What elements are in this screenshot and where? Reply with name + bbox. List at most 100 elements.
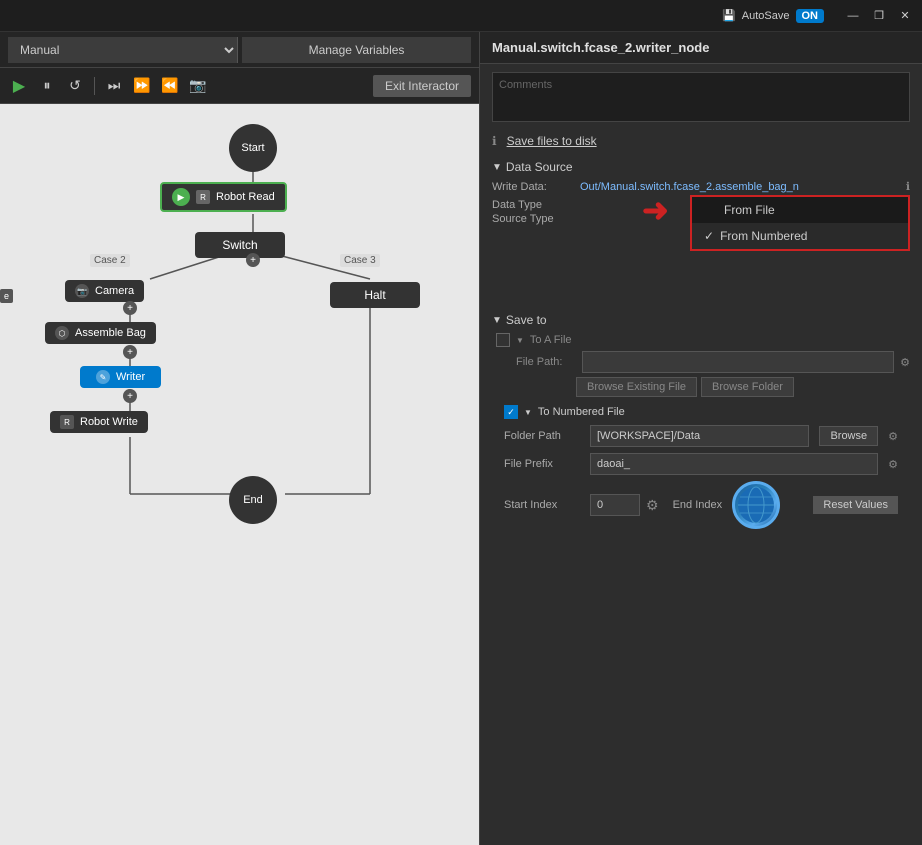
reset-values-button[interactable]: Reset Values (813, 496, 898, 514)
from-numbered-check: ✓ (704, 229, 714, 243)
data-type-label: Data Type (492, 199, 572, 211)
file-prefix-label: File Prefix (504, 458, 584, 470)
close-button[interactable]: ✕ (896, 7, 914, 25)
file-prefix-info[interactable]: ⚙ (888, 458, 898, 471)
camera-connector[interactable]: + (123, 301, 137, 315)
start-node[interactable]: Start (229, 124, 277, 172)
case-3-label: Case 3 (340, 254, 380, 267)
exit-interactor-button[interactable]: Exit Interactor (373, 75, 471, 97)
data-source-section: ▼ Data Source Write Data: Out/Manual.swi… (480, 156, 922, 309)
to-a-file-checkbox[interactable] (496, 333, 510, 347)
to-numbered-checkbox[interactable]: ✓ (504, 405, 518, 419)
file-prefix-row: File Prefix ⚙ (504, 453, 898, 475)
save-to-header[interactable]: ▼ Save to (492, 313, 910, 327)
flow-svg (0, 104, 479, 845)
robot-read-icon: R (196, 190, 210, 204)
start-index-dot[interactable]: ⚙ (646, 497, 659, 514)
writer-node[interactable]: ✎ Writer (80, 366, 161, 388)
pause-button[interactable]: ⏸ (36, 75, 58, 97)
robot-write-label: Robot Write (80, 416, 138, 428)
folder-browse-button[interactable]: Browse (819, 426, 878, 446)
file-path-input[interactable] (582, 351, 894, 373)
end-index-label: End Index (673, 499, 723, 511)
autosave-toggle[interactable]: ON (796, 9, 825, 23)
case-2-label: Case 2 (90, 254, 130, 267)
play-button[interactable]: ▶ (8, 75, 30, 97)
write-data-row: Write Data: Out/Manual.switch.fcase_2.as… (492, 180, 910, 193)
assemble-icon: ⬡ (55, 326, 69, 340)
comments-box[interactable]: Comments (492, 72, 910, 122)
data-source-header[interactable]: ▼ Data Source (492, 160, 910, 174)
to-a-file-row: ▼ To A File (496, 333, 910, 347)
play-indicator: ▶ (172, 188, 190, 206)
mode-select[interactable]: Manual (8, 37, 238, 63)
dropdown-from-file[interactable]: From File (692, 197, 908, 223)
dropdown-menu[interactable]: From File ✓ From Numbered (690, 195, 910, 251)
robot-read-node[interactable]: ▶ R Robot Read (160, 182, 287, 212)
browse-folder-button[interactable]: Browse Folder (701, 377, 794, 397)
folder-path-row: Folder Path Browse ⚙ (504, 425, 898, 447)
from-file-check (704, 203, 718, 217)
write-data-info[interactable]: ℹ (906, 180, 910, 193)
assemble-connector[interactable]: + (123, 345, 137, 359)
left-top-bar: Manual Manage Variables (0, 32, 479, 68)
folder-path-info[interactable]: ⚙ (888, 430, 898, 443)
restore-button[interactable]: ❒ (870, 7, 888, 25)
writer-connector[interactable]: + (123, 389, 137, 403)
step-button[interactable]: ⏭ (103, 75, 125, 97)
robot-write-icon: R (60, 415, 74, 429)
from-numbered-label: From Numbered (720, 229, 807, 243)
switch-connector[interactable]: + (246, 253, 260, 267)
camera-node[interactable]: 📷 Camera (65, 280, 144, 302)
folder-path-input[interactable] (590, 425, 809, 447)
save-to-section: ▼ Save to ▼ To A File File Path: ⚙ (480, 309, 922, 539)
left-panel: Manual Manage Variables ▶ ⏸ ↺ ⏭ ⏩ ⏪ 📷 Ex… (0, 32, 480, 845)
browse-existing-button[interactable]: Browse Existing File (576, 377, 697, 397)
to-a-file-label: To A File (530, 334, 572, 346)
assemble-bag-node[interactable]: ⬡ Assemble Bag (45, 322, 156, 344)
writer-label: Writer (116, 371, 145, 383)
minimize-button[interactable]: ― (844, 7, 862, 25)
numbered-triangle: ▼ (524, 408, 532, 417)
end-node[interactable]: End (229, 476, 277, 524)
write-data-value: Out/Manual.switch.fcase_2.assemble_bag_n (580, 181, 898, 193)
toolbar: ▶ ⏸ ↺ ⏭ ⏩ ⏪ 📷 Exit Interactor (0, 68, 479, 104)
folder-path-label: Folder Path (504, 430, 584, 442)
start-index-input[interactable] (590, 494, 640, 516)
save-icon: 💾 (722, 9, 736, 22)
title-bar: 💾 AutoSave ON ― ❒ ✕ (0, 0, 922, 32)
red-arrow: ➜ (642, 191, 669, 229)
save-to-triangle: ▼ (492, 315, 502, 326)
dropdown-from-numbered[interactable]: ✓ From Numbered (692, 223, 908, 249)
to-numbered-label: To Numbered File (538, 406, 625, 418)
canvas-area: Start ▶ R Robot Read Switch Case 2 Case … (0, 104, 479, 845)
right-panel: Manual.switch.fcase_2.writer_node Commen… (480, 32, 922, 845)
save-to-title: Save to (506, 313, 547, 327)
file-path-info[interactable]: ⚙ (900, 356, 910, 369)
info-icon[interactable]: ℹ (492, 134, 497, 148)
from-file-label: From File (724, 203, 775, 217)
manage-variables-button[interactable]: Manage Variables (242, 37, 471, 63)
source-type-label: Source Type (492, 213, 572, 225)
autosave-area: 💾 AutoSave ON (722, 9, 824, 23)
rewind-button[interactable]: ⏪ (159, 75, 181, 97)
file-prefix-input[interactable] (590, 453, 878, 475)
data-source-title: Data Source (506, 160, 573, 174)
to-a-file-triangle: ▼ (516, 336, 524, 345)
camera-button[interactable]: 📷 (187, 75, 209, 97)
browse-row: Browse Existing File Browse Folder (496, 377, 910, 397)
save-files-label[interactable]: Save files to disk (507, 134, 597, 148)
file-path-row: File Path: ⚙ (496, 351, 910, 373)
switch-node[interactable]: Switch (195, 232, 285, 258)
fast-forward-button[interactable]: ⏩ (131, 75, 153, 97)
halt-node[interactable]: Halt (330, 282, 420, 308)
halt-label: Halt (330, 282, 420, 308)
refresh-button[interactable]: ↺ (64, 75, 86, 97)
toolbar-divider (94, 77, 95, 95)
save-files-row: ℹ Save files to disk (480, 130, 922, 156)
main-layout: Manual Manage Variables ▶ ⏸ ↺ ⏭ ⏩ ⏪ 📷 Ex… (0, 32, 922, 845)
file-path-label: File Path: (516, 356, 576, 368)
to-numbered-header: ✓ ▼ To Numbered File (504, 405, 898, 419)
robot-write-node[interactable]: R Robot Write (50, 411, 148, 433)
to-a-file-section: ▼ To A File File Path: ⚙ Browse Existing… (492, 333, 910, 397)
